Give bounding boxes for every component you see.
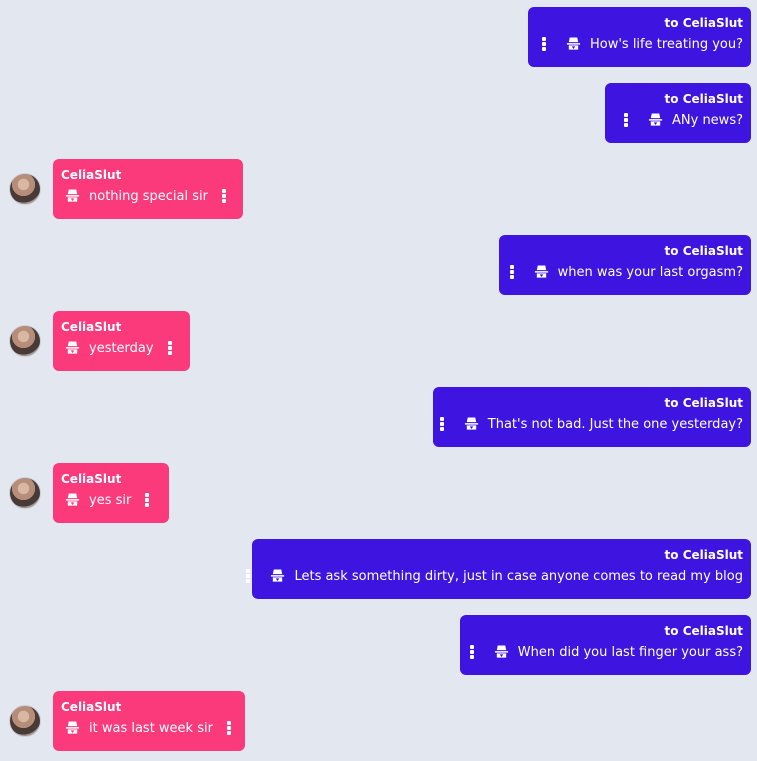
message-text: When did you last finger your ass? bbox=[517, 644, 743, 660]
kebab-menu-icon[interactable] bbox=[145, 493, 150, 507]
spy-icon bbox=[648, 113, 663, 126]
incoming-message-bubble[interactable]: CeliaSlut yesterday bbox=[53, 311, 190, 371]
avatar[interactable] bbox=[9, 477, 41, 509]
incoming-message-bubble[interactable]: CeliaSlut yes sir bbox=[53, 463, 169, 523]
spy-icon bbox=[271, 569, 285, 582]
spy-icon bbox=[65, 493, 80, 506]
incoming-message-bubble[interactable]: CeliaSlut it was last week sir bbox=[53, 691, 245, 751]
message-text: nothing special sir bbox=[89, 188, 208, 204]
outgoing-message-bubble[interactable]: to CeliaSlut When did you last finger yo… bbox=[460, 615, 751, 675]
kebab-menu-icon[interactable] bbox=[509, 265, 514, 279]
avatar[interactable] bbox=[9, 173, 41, 205]
outgoing-message-bubble[interactable]: to CeliaSlut Lets ask something dirty, j… bbox=[246, 539, 751, 599]
recipient-label: to CeliaSlut bbox=[664, 16, 743, 30]
outgoing-message-bubble[interactable]: to CeliaSlut How's life treating you? bbox=[528, 7, 751, 67]
spy-icon bbox=[65, 721, 80, 734]
sender-name: CeliaSlut bbox=[61, 472, 122, 486]
sender-name: CeliaSlut bbox=[61, 320, 122, 334]
sender-name: CeliaSlut bbox=[61, 700, 122, 714]
message-text: yesterday bbox=[89, 340, 154, 356]
message-text: it was last week sir bbox=[89, 720, 213, 736]
spy-icon bbox=[566, 37, 581, 50]
spy-icon bbox=[65, 341, 80, 354]
kebab-menu-icon[interactable] bbox=[222, 189, 226, 203]
kebab-menu-icon[interactable] bbox=[541, 37, 546, 51]
message-text: That's not bad. Just the one yesterday? bbox=[487, 416, 743, 432]
spy-icon bbox=[464, 417, 478, 430]
message-text: ANy news? bbox=[672, 112, 743, 128]
avatar[interactable] bbox=[9, 705, 41, 737]
recipient-label: to CeliaSlut bbox=[664, 92, 743, 106]
kebab-menu-icon[interactable] bbox=[439, 417, 444, 431]
kebab-menu-icon[interactable] bbox=[167, 341, 172, 355]
recipient-label: to CeliaSlut bbox=[664, 624, 743, 638]
message-text: Lets ask something dirty, just in case a… bbox=[294, 568, 743, 584]
message-text: How's life treating you? bbox=[589, 36, 743, 52]
spy-icon bbox=[65, 189, 80, 202]
recipient-label: to CeliaSlut bbox=[664, 396, 743, 410]
sender-name: CeliaSlut bbox=[61, 168, 122, 182]
spy-icon bbox=[534, 265, 548, 278]
recipient-label: to CeliaSlut bbox=[664, 244, 743, 258]
kebab-menu-icon[interactable] bbox=[226, 721, 231, 735]
kebab-menu-icon[interactable] bbox=[624, 113, 628, 127]
message-text: when was your last orgasm? bbox=[557, 264, 743, 280]
outgoing-message-bubble[interactable]: to CeliaSlut when was your last orgasm? bbox=[499, 235, 751, 295]
kebab-menu-icon[interactable] bbox=[469, 645, 474, 659]
incoming-message-bubble[interactable]: CeliaSlut nothing special sir bbox=[53, 159, 243, 219]
outgoing-message-bubble[interactable]: to CeliaSlut ANy news? bbox=[605, 83, 751, 143]
avatar[interactable] bbox=[9, 325, 41, 357]
recipient-label: to CeliaSlut bbox=[664, 548, 743, 562]
kebab-menu-icon[interactable] bbox=[246, 569, 251, 583]
message-text: yes sir bbox=[89, 492, 132, 508]
spy-icon bbox=[494, 645, 508, 658]
outgoing-message-bubble[interactable]: to CeliaSlut That's not bad. Just the on… bbox=[433, 387, 751, 447]
